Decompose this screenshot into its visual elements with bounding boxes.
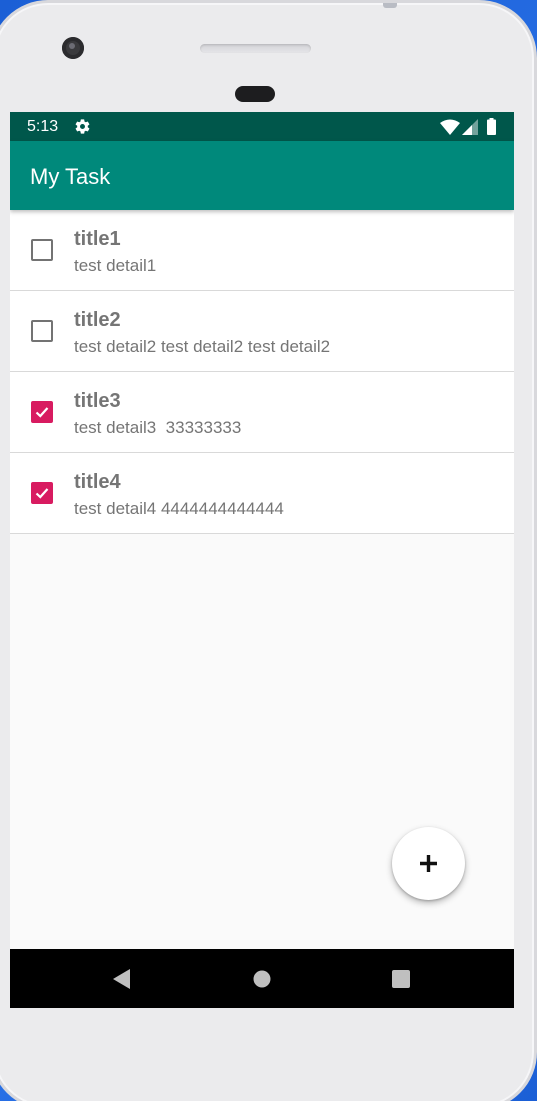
add-task-button[interactable] [392,827,465,900]
plus-icon [420,855,437,872]
settings-gear-icon [75,119,90,134]
task-detail: test detail2 test detail2 test detail2 [74,337,331,356]
task-checkbox-checked[interactable] [31,401,53,423]
task-title: title2 [74,309,121,331]
navigation-bar [10,949,514,1008]
task-detail: test detail1 [74,256,157,275]
task-checkbox-unchecked[interactable] [31,320,53,342]
wifi-icon [440,119,460,135]
task-item[interactable]: title4 test detail4 4444444444444 [10,453,514,534]
proximity-sensor [235,86,275,102]
back-icon[interactable] [112,968,132,990]
task-title: title4 [74,471,121,493]
status-time: 5:13 [27,118,59,135]
task-title: title1 [74,228,121,250]
task-checkbox-unchecked[interactable] [31,239,53,261]
app-bar: My Task [10,141,514,210]
status-bar: 5:13 [10,112,514,141]
home-icon[interactable] [253,970,271,988]
task-item[interactable]: title1 test detail1 [10,210,514,291]
battery-icon [487,118,496,135]
task-title: title3 [74,390,121,412]
task-detail: test detail4 4444444444444 [74,499,284,518]
checkmark-icon [35,488,49,499]
task-item[interactable]: title2 test detail2 test detail2 test de… [10,291,514,372]
power-button [383,3,397,8]
checkmark-icon [35,407,49,418]
recents-icon[interactable] [392,970,410,988]
front-camera [62,37,84,59]
cell-signal-icon [462,119,478,135]
earpiece-speaker [200,44,311,53]
task-item[interactable]: title3 test detail3 33333333 [10,372,514,453]
task-list: title1 test detail1 title2 test detail2 … [10,210,514,534]
phone-screen: 5:13 My Task title1 test detail1 title2 … [10,112,514,1008]
task-checkbox-checked[interactable] [31,482,53,504]
task-detail: test detail3 33333333 [74,418,242,437]
app-title: My Task [30,164,111,189]
